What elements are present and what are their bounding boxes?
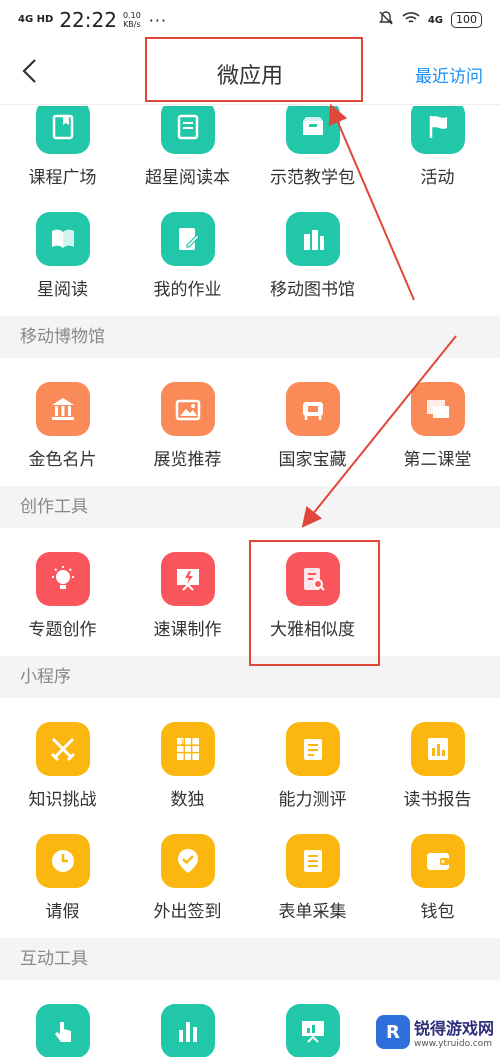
app-tile-label: 金色名片: [28, 450, 97, 470]
form-icon: [285, 834, 340, 888]
app-tile-label: 知识挑战: [28, 790, 97, 810]
app-tile[interactable]: 我的作业: [125, 212, 250, 300]
app-tile-label: 第二课堂: [403, 450, 472, 470]
mute-bell-icon: [378, 10, 394, 30]
clipboard-icon: [285, 722, 340, 776]
section-header: 移动博物馆: [0, 316, 500, 358]
app-tile[interactable]: 展览推荐: [125, 382, 250, 470]
bookmark-book-icon: [35, 106, 90, 154]
app-tile-label: 示范教学包: [270, 168, 355, 188]
app-tile[interactable]: 外出签到: [125, 834, 250, 922]
app-tile-label: 能力测评: [278, 790, 347, 810]
battery-icon: 100: [451, 12, 482, 28]
watermark-logo-icon: R: [375, 1015, 410, 1049]
section-header: 创作工具: [0, 486, 500, 528]
app-tile-label: 国家宝藏: [278, 450, 347, 470]
app-tile[interactable]: 速课制作: [125, 552, 250, 640]
network-speed: 0.10 KB/s: [123, 11, 141, 29]
treasure-icon: [285, 382, 340, 436]
speed-value: 0.10: [122, 11, 141, 20]
package-icon: [285, 106, 340, 154]
status-bar: 4G HD 22:22 0.10 KB/s ··· 4G 100: [0, 0, 500, 40]
clock-icon: [35, 834, 90, 888]
location-check-icon: [160, 834, 215, 888]
app-tile-label: 超星阅读本: [145, 168, 230, 188]
app-tile[interactable]: 国家宝藏: [250, 382, 375, 470]
app-tile-label: 星阅读: [37, 280, 88, 300]
app-tile[interactable]: 活动: [375, 106, 500, 188]
app-tile-label: 数独: [170, 790, 205, 810]
app-tile-label: 钱包: [420, 902, 455, 922]
open-book-icon: [35, 212, 90, 266]
app-tile-label: 速课制作: [153, 620, 222, 640]
app-tile-label: 表单采集: [278, 902, 347, 922]
signal-indicator: 4G HD: [18, 14, 54, 25]
wifi-icon: [402, 11, 420, 29]
app-tile-label: 移动图书馆: [270, 280, 355, 300]
app-tile[interactable]: [250, 1004, 375, 1057]
app-tile[interactable]: 钱包: [375, 834, 500, 922]
flag-icon: [410, 106, 465, 154]
crossed-swords-icon: [35, 722, 90, 776]
app-tile[interactable]: 第二课堂: [375, 382, 500, 470]
app-tile[interactable]: 示范教学包: [250, 106, 375, 188]
app-tile[interactable]: 请假: [0, 834, 125, 922]
hand-touch-icon: [35, 1004, 90, 1057]
app-tile[interactable]: 读书报告: [375, 722, 500, 810]
recent-visits-link[interactable]: 最近访问: [415, 62, 483, 87]
app-tile[interactable]: 超星阅读本: [125, 106, 250, 188]
classroom-icon: [410, 382, 465, 436]
watermark-name: 锐得游戏网: [413, 1019, 494, 1038]
app-tile[interactable]: 知识挑战: [0, 722, 125, 810]
report-book-icon: [410, 722, 465, 776]
bar-chart-icon: [160, 1004, 215, 1057]
presentation-bolt-icon: [160, 552, 215, 606]
svg-text:1: 1: [180, 739, 184, 747]
clock: 22:22: [59, 8, 117, 32]
app-tile-label: 活动: [420, 168, 455, 188]
highlight-box-target: [249, 540, 380, 666]
museum-icon: [35, 382, 90, 436]
picture-frame-icon: [160, 382, 215, 436]
sudoku-grid-icon: 1: [160, 722, 215, 776]
app-tile[interactable]: 课程广场: [0, 106, 125, 188]
app-tile[interactable]: 移动图书馆: [250, 212, 375, 300]
app-tile-label: 请假: [45, 902, 80, 922]
more-notifications-icon: ···: [148, 10, 168, 30]
app-tile[interactable]: 星阅读: [0, 212, 125, 300]
app-tile[interactable]: 能力测评: [250, 722, 375, 810]
watermark: R 锐得游戏网 www.ytruido.com: [375, 1015, 494, 1049]
app-tile-label: 读书报告: [403, 790, 472, 810]
title-highlight-box: [145, 37, 363, 102]
section-header: 互动工具: [0, 938, 500, 980]
network-type: 4G: [427, 14, 443, 26]
watermark-url: www.ytruido.com: [413, 1039, 493, 1049]
reader-icon: [160, 106, 215, 154]
app-tile-label: 专题创作: [28, 620, 97, 640]
speed-unit: KB/s: [123, 20, 141, 29]
presentation-icon: [285, 1004, 340, 1057]
app-tile-label: 外出签到: [153, 902, 222, 922]
app-tile[interactable]: 表单采集: [250, 834, 375, 922]
app-tile-label: 展览推荐: [153, 450, 222, 470]
app-tile[interactable]: 1 数独: [125, 722, 250, 810]
app-tile-label: 我的作业: [153, 280, 222, 300]
status-icons: 4G 100: [378, 10, 482, 30]
app-tile[interactable]: 专题创作: [0, 552, 125, 640]
app-tile[interactable]: 金色名片: [0, 382, 125, 470]
lightbulb-icon: [35, 552, 90, 606]
wallet-icon: [410, 834, 465, 888]
app-tile[interactable]: [0, 1004, 125, 1057]
library-icon: [285, 212, 340, 266]
edit-note-icon: [160, 212, 215, 266]
app-tile[interactable]: [125, 1004, 250, 1057]
app-tile-label: 课程广场: [28, 168, 97, 188]
